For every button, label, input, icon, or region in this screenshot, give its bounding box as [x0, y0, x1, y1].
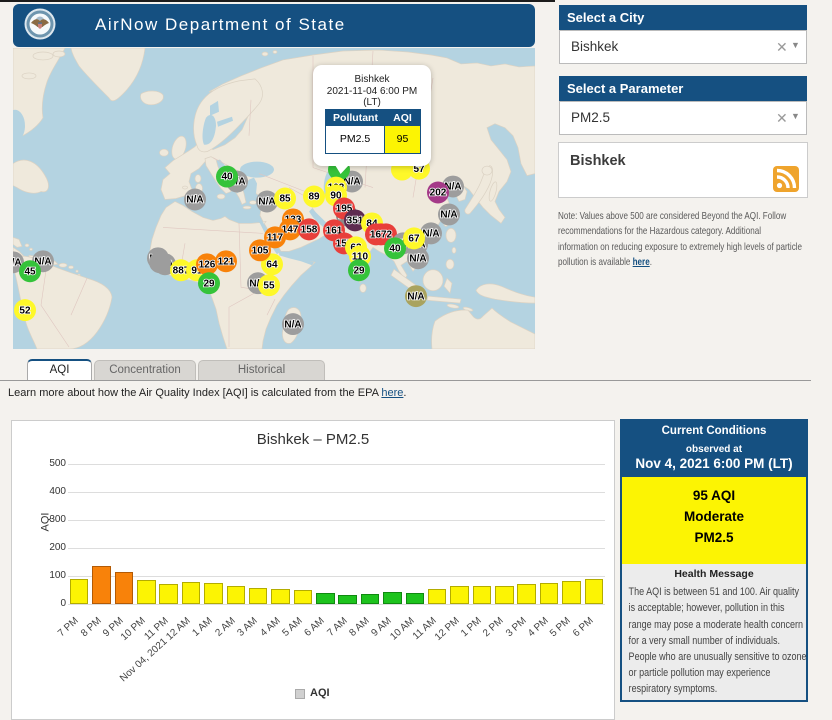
svg-text:64: 64: [266, 259, 278, 270]
svg-text:29: 29: [203, 278, 215, 289]
svg-text:40: 40: [221, 172, 233, 183]
svg-text:126: 126: [199, 259, 216, 270]
svg-text:40: 40: [389, 244, 401, 255]
svg-text:158: 158: [301, 225, 318, 236]
svg-text:105: 105: [252, 246, 269, 257]
svg-text:1672: 1672: [370, 230, 393, 241]
svg-text:45: 45: [24, 266, 36, 277]
svg-text:121: 121: [218, 256, 235, 267]
svg-text:N/A: N/A: [440, 210, 457, 221]
svg-text:N/A: N/A: [186, 195, 203, 206]
svg-text:85: 85: [279, 194, 291, 205]
svg-text:N/A: N/A: [284, 319, 301, 330]
svg-text:55: 55: [263, 280, 275, 291]
svg-text:N/A: N/A: [258, 197, 275, 208]
svg-text:89: 89: [308, 192, 320, 203]
svg-text:52: 52: [19, 305, 31, 316]
svg-text:202: 202: [430, 188, 447, 199]
svg-text:117: 117: [267, 233, 284, 244]
svg-text:29: 29: [353, 265, 365, 276]
svg-text:67: 67: [408, 234, 420, 245]
svg-text:N/A: N/A: [407, 291, 424, 302]
svg-text:N/A: N/A: [409, 254, 426, 265]
